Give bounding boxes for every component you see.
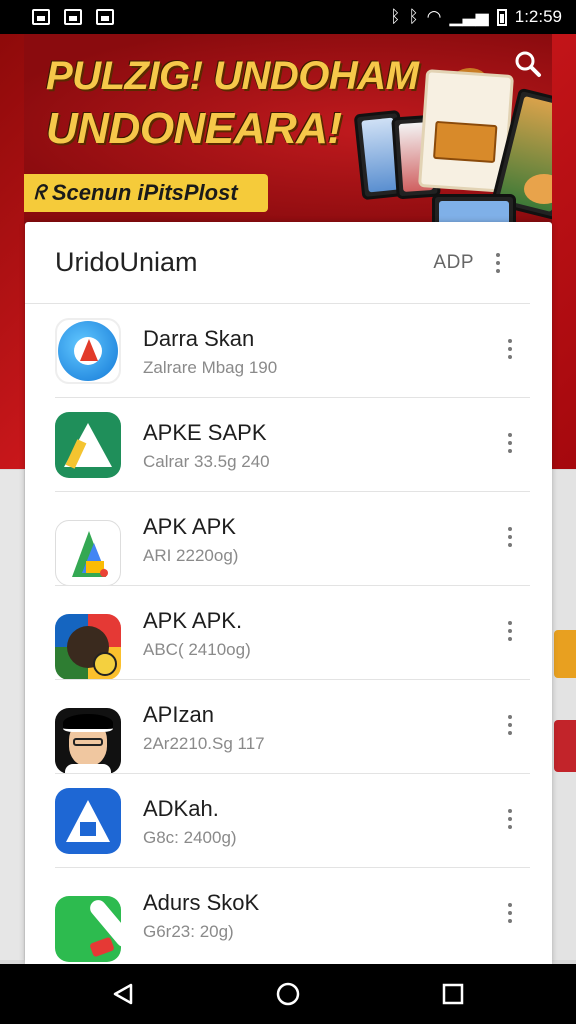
app-name: APKE SAPK: [143, 420, 267, 445]
banner-badge[interactable]: ᖇ Scenun iPitsPlost: [24, 174, 268, 212]
recents-icon: [443, 983, 464, 1005]
treasure-chest-illustration: [432, 120, 498, 164]
row-more-icon[interactable]: [500, 527, 520, 547]
colorful-badge-app-icon: [55, 614, 121, 680]
vibrate-icon: ᛒ: [408, 7, 419, 26]
phone-illustration: [432, 194, 516, 224]
clock: 1:2:59: [514, 7, 562, 26]
row-more-icon[interactable]: [500, 339, 520, 359]
list-item[interactable]: Adurs SkoK G6r23: 20g): [25, 868, 552, 962]
gallery-notification-icon: [64, 9, 82, 25]
app-name: Darra Skan: [143, 326, 255, 351]
blue-circle-app-icon: [55, 318, 121, 384]
status-bar: ᛒ ᛒ ◠ ▁▃▅ 1:2:59: [0, 0, 576, 34]
card-title: UridoUniam: [55, 247, 198, 277]
bluetooth-icon: ᛒ: [390, 7, 401, 26]
home-icon: [276, 982, 300, 1006]
row-more-icon[interactable]: [500, 809, 520, 829]
blue-a-app-icon: [55, 788, 121, 854]
list-item[interactable]: ADKah. G8c: 2400g): [25, 774, 552, 868]
green-slash-app-icon: [55, 896, 121, 962]
back-icon: [113, 983, 132, 1005]
app-meta: Zalrare Mbag 190: [143, 358, 278, 377]
app-name: Adurs SkoK: [143, 890, 260, 915]
row-more-icon[interactable]: [500, 433, 520, 453]
person-icon: ᖇ: [34, 181, 46, 204]
background-panel-left: [0, 470, 24, 960]
search-button[interactable]: [510, 46, 546, 82]
app-meta: Calrar 33.5g 240: [143, 452, 270, 471]
app-name: APK APK.: [143, 608, 243, 633]
system-tray: ᛒ ᛒ ◠ ▁▃▅ 1:2:59: [390, 7, 562, 27]
signal-icon: ▁▃▅: [449, 7, 489, 26]
list-item[interactable]: APK APK. ABC( 2410og): [25, 586, 552, 680]
app-meta: ARI 2220og): [143, 546, 239, 565]
row-more-icon[interactable]: [500, 715, 520, 735]
header-more-icon[interactable]: [488, 252, 508, 273]
card-header: UridoUniam ADP: [25, 222, 530, 304]
list-item[interactable]: APKE SAPK Calrar 33.5g 240: [25, 398, 552, 492]
background-card-orange: [554, 630, 576, 678]
back-button[interactable]: [103, 974, 143, 1014]
green-a-app-icon: [55, 412, 121, 478]
list-item[interactable]: Darra Skan Zalrare Mbag 190: [25, 304, 552, 398]
banner-title-line1: PULZIG! UNDOHAM: [46, 54, 419, 98]
adp-button[interactable]: ADP: [433, 252, 474, 274]
navigation-bar: [0, 964, 576, 1024]
banner-badge-label: Scenun iPitsPlost: [51, 180, 238, 205]
row-more-icon[interactable]: [500, 621, 520, 641]
play-triangle-app-icon: [55, 520, 121, 586]
notification-icons: [32, 9, 114, 25]
background-card-red: [554, 720, 576, 772]
app-name: ADKah.: [143, 796, 219, 821]
app-meta: 2Ar2210.Sg 117: [143, 734, 265, 753]
home-button[interactable]: [268, 974, 308, 1014]
app-meta: ABC( 2410og): [143, 640, 251, 659]
battery-icon: [496, 8, 507, 26]
banner-title-line2: UNDONEARA!: [46, 104, 342, 153]
app-name: APK APK: [143, 514, 236, 539]
row-more-icon[interactable]: [500, 903, 520, 923]
search-icon: [515, 51, 541, 77]
app-meta: G6r23: 20g): [143, 922, 234, 941]
avatar-face-app-icon: [55, 708, 121, 774]
app-meta: G8c: 2400g): [143, 828, 237, 847]
list-item[interactable]: APK APK ARI 2220og): [25, 492, 552, 586]
image-notification-icon: [32, 9, 50, 25]
promo-banner[interactable]: PULZIG! UNDOHAM UNDONEARA! ᖇ Scenun iPit…: [24, 34, 552, 224]
list-item[interactable]: APIzan 2Ar2210.Sg 117: [25, 680, 552, 774]
background-panel-right: [550, 470, 576, 960]
app-name: APIzan: [143, 702, 214, 727]
app-list-card: UridoUniam ADP Darra Skan Zalrare Mbag 1…: [25, 222, 552, 964]
recents-button[interactable]: [433, 974, 473, 1014]
wifi-icon: ◠: [426, 7, 442, 26]
upload-notification-icon: [96, 9, 114, 25]
